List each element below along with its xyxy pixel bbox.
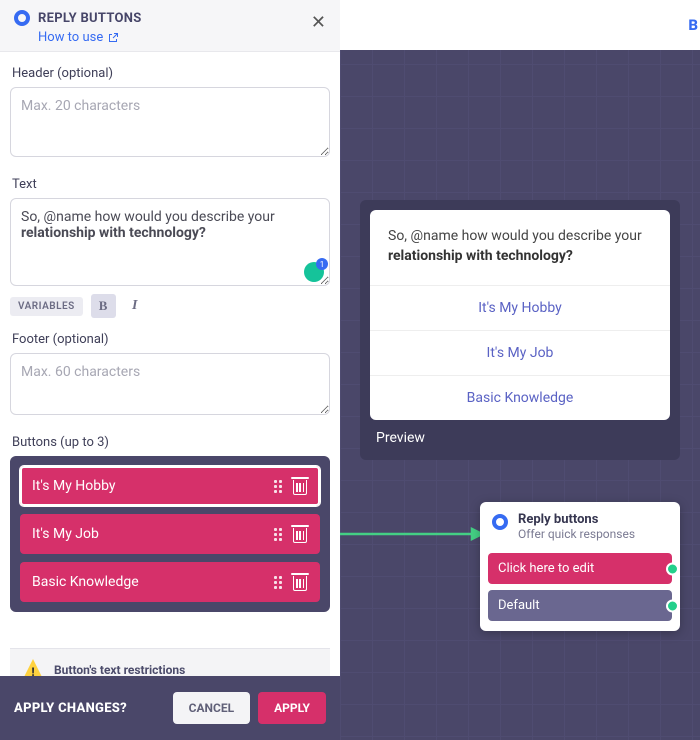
output-port[interactable] [666,599,679,612]
panel-header: REPLY BUTTONS How to use ✕ [0,0,340,52]
button-row-label: It's My Job [32,526,274,542]
header-input[interactable] [10,87,330,157]
header-field-label: Header (optional) [12,66,330,81]
reply-buttons-icon [492,514,508,530]
howto-link[interactable]: How to use [38,30,119,45]
howto-label: How to use [38,30,103,45]
delete-icon[interactable] [292,477,308,495]
buttons-list: It's My Hobby It's My Job Basic Knowledg… [10,456,330,612]
button-row-label: It's My Hobby [32,478,274,494]
delete-icon[interactable] [292,573,308,591]
text-bold: relationship with technology? [21,225,206,241]
footer-input[interactable] [10,353,330,415]
text-toolbar: VARIABLES B I [10,294,330,318]
node-header: Reply buttons Offer quick responses [480,502,680,549]
panel-title: REPLY BUTTONS [38,11,142,26]
apply-question: APPLY CHANGES? [14,701,173,716]
node-default-pill[interactable]: Default [488,590,672,621]
button-row-2[interactable]: Basic Knowledge [20,562,320,602]
button-row-1[interactable]: It's My Job [20,514,320,554]
warning-row[interactable]: ! Button's text restrictions [10,648,330,676]
drag-handle-icon[interactable] [274,576,282,589]
node-edit-pill[interactable]: Click here to edit [488,553,672,584]
node-title: Reply buttons [518,512,635,527]
node-body: Click here to edit Default [480,549,680,631]
cancel-button[interactable]: CANCEL [173,692,250,724]
flow-canvas[interactable]: B So, @name how would you describe your … [340,0,700,740]
reply-buttons-icon [14,10,30,26]
bold-button[interactable]: B [91,294,116,318]
editor-panel: REPLY BUTTONS How to use ✕ Header (optio… [0,0,340,740]
drag-handle-icon[interactable] [274,528,282,541]
grammarly-icon[interactable] [304,262,324,282]
button-row-0[interactable]: It's My Hobby [20,466,320,506]
drag-handle-icon[interactable] [274,480,282,493]
footer-field-label: Footer (optional) [12,332,330,347]
node-subtitle: Offer quick responses [518,527,635,541]
text-prefix: So, @name how would you describe your [21,209,275,225]
warning-icon: ! [22,659,44,676]
variables-button[interactable]: VARIABLES [10,297,83,316]
node-default-label: Default [498,598,540,613]
delete-icon[interactable] [292,525,308,543]
node-edit-label: Click here to edit [498,561,594,576]
apply-bar: APPLY CHANGES? CANCEL APPLY [0,676,340,740]
buttons-field-label: Buttons (up to 3) [12,435,330,450]
panel-body: Header (optional) Text So, @name how wou… [0,52,340,676]
button-row-label: Basic Knowledge [32,574,274,590]
text-field-label: Text [12,177,330,192]
italic-button[interactable]: I [124,294,146,318]
close-icon[interactable]: ✕ [311,14,326,32]
text-input-wrap: So, @name how would you describe your re… [10,198,330,286]
external-link-icon [107,32,119,44]
apply-button[interactable]: APPLY [258,692,326,724]
reply-buttons-node[interactable]: Reply buttons Offer quick responses Clic… [480,502,680,631]
warning-text: Button's text restrictions [54,663,185,676]
output-port[interactable] [666,562,679,575]
text-input[interactable]: So, @name how would you describe your re… [10,198,330,286]
